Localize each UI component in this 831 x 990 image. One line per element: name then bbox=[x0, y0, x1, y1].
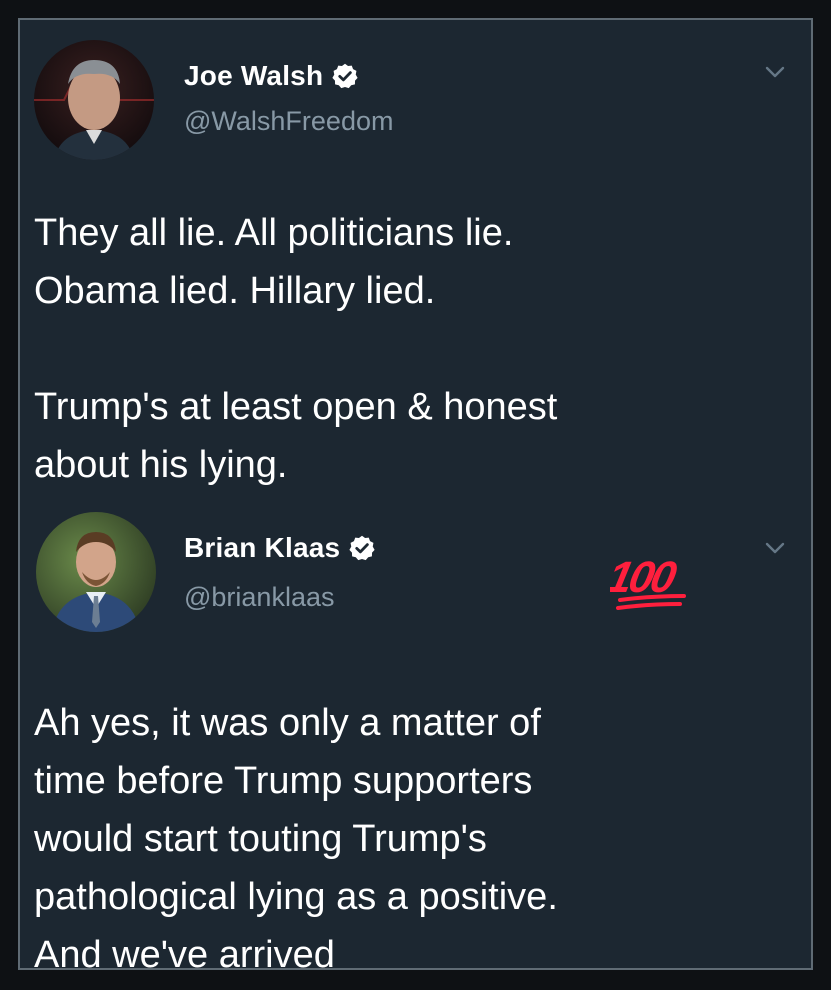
display-name[interactable]: Brian Klaas bbox=[184, 532, 340, 564]
hundred-points-emoji-icon: 100 bbox=[610, 553, 686, 610]
chevron-down-icon[interactable] bbox=[763, 536, 787, 560]
screenshot-frame: Joe Walsh @WalshFreedom They all lie. Al… bbox=[18, 18, 813, 970]
verified-badge-icon bbox=[331, 62, 359, 90]
tweet-text: They all lie. All politicians lie. Obama… bbox=[34, 212, 558, 486]
name-row: Brian Klaas bbox=[184, 532, 376, 564]
avatar-image bbox=[36, 512, 156, 632]
avatar[interactable] bbox=[34, 40, 154, 160]
avatar[interactable] bbox=[36, 512, 156, 632]
name-row: Joe Walsh bbox=[184, 60, 359, 92]
handle[interactable]: @brianklaas bbox=[184, 582, 334, 613]
avatar-image bbox=[34, 40, 154, 160]
display-name[interactable]: Joe Walsh bbox=[184, 60, 323, 92]
verified-badge-icon bbox=[348, 534, 376, 562]
handle[interactable]: @WalshFreedom bbox=[184, 106, 393, 137]
chevron-down-icon[interactable] bbox=[763, 60, 787, 84]
tweet-text: Ah yes, it was only a matter of time bef… bbox=[34, 702, 558, 970]
